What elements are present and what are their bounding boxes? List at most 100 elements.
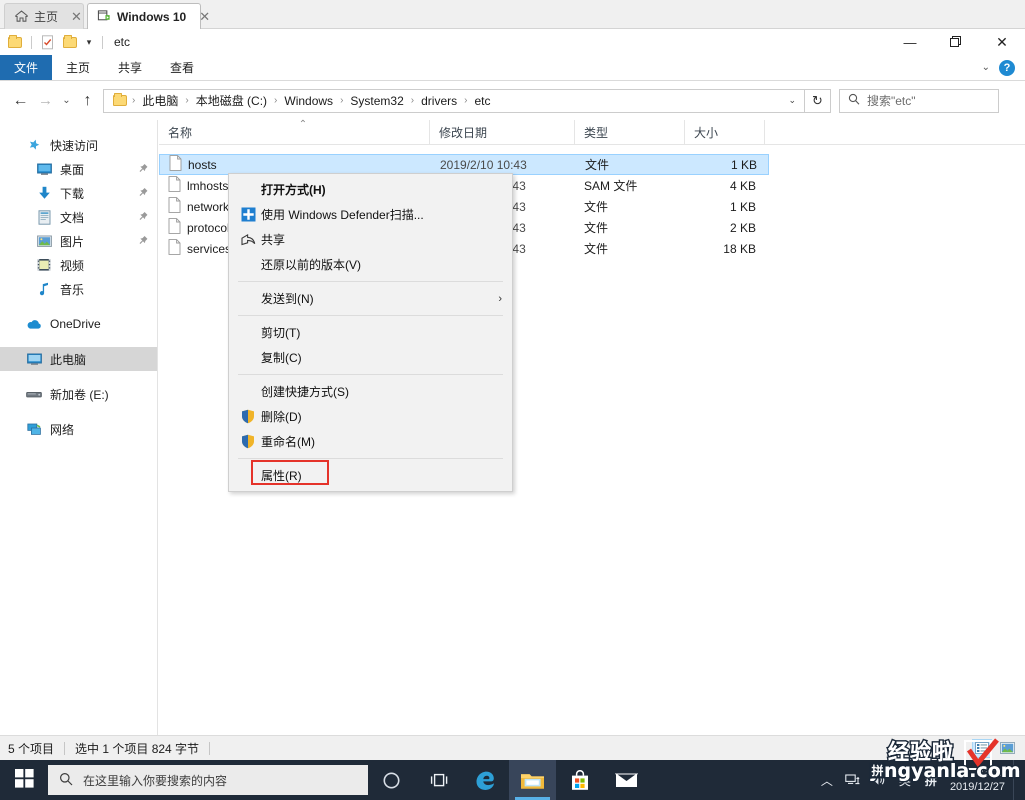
sidebar-item-new-volume-e[interactable]: 新加卷 (E:) (0, 382, 157, 406)
breadcrumb-item-this-pc[interactable]: 此电脑 (136, 92, 184, 109)
file-name-label: services (187, 242, 231, 256)
file-type-cell: SAM 文件 (575, 177, 685, 194)
clock[interactable]: 23:39 2019/12/27 (944, 760, 1013, 800)
tray-overflow-icon[interactable]: ︿ (814, 760, 840, 800)
recent-locations-icon[interactable]: ⌄ (58, 88, 75, 114)
context-menu-item-share[interactable]: 共享 (229, 227, 512, 252)
forward-button[interactable]: → (33, 88, 58, 114)
file-explorer-icon[interactable] (509, 760, 556, 800)
ime-language-icon[interactable]: 英 (892, 760, 918, 800)
breadcrumb-item-etc[interactable]: etc (468, 94, 496, 108)
qat-dropdown-icon[interactable]: ▾ (83, 37, 95, 48)
sidebar-item-network[interactable]: 网络 (0, 417, 157, 441)
help-icon[interactable]: ? (999, 60, 1015, 76)
breadcrumb-item-drivers[interactable]: drivers (415, 94, 463, 108)
share-icon (237, 233, 259, 246)
sidebar-item-quick-access[interactable]: 快速访问 (0, 133, 157, 157)
file-size-cell: 1 KB (685, 200, 765, 214)
pin-icon[interactable] (134, 161, 150, 177)
context-menu-item-restore-previous-versions[interactable]: 还原以前的版本(V) (229, 252, 512, 277)
cortana-icon[interactable] (368, 760, 415, 800)
sidebar-item-music[interactable]: 音乐 (0, 277, 157, 301)
sidebar-item-this-pc-label: 此电脑 (50, 351, 86, 368)
sidebar-item-documents[interactable]: 文档 (0, 205, 157, 229)
context-menu-item-open-with[interactable]: 打开方式(H) (229, 177, 512, 202)
ribbon-tab-view[interactable]: 查看 (156, 55, 208, 80)
context-menu-item-properties[interactable]: 属性(R) (229, 463, 512, 488)
ribbon-tab-file[interactable]: 文件 (0, 55, 52, 80)
context-menu-item-send-to[interactable]: 发送到(N) › (229, 286, 512, 311)
search-box[interactable]: 搜索"etc" (839, 89, 999, 113)
sidebar-item-videos-label: 视频 (60, 257, 84, 274)
tab-home-close-icon[interactable]: ✕ (69, 10, 84, 23)
refresh-button[interactable]: ↻ (805, 89, 831, 113)
tab-windows-10[interactable]: Windows 10 ✕ (87, 3, 201, 29)
close-button[interactable]: ✕ (979, 29, 1025, 55)
show-desktop-button[interactable] (1013, 760, 1019, 800)
desktop-icon (36, 161, 52, 177)
properties-icon[interactable] (39, 33, 57, 51)
sidebar-item-onedrive-label: OneDrive (50, 317, 101, 331)
sidebar-item-this-pc[interactable]: 此电脑 (0, 347, 157, 371)
ribbon-tab-home[interactable]: 主页 (52, 55, 104, 80)
taskbar-search-box[interactable]: 在这里输入你要搜索的内容 (48, 765, 368, 795)
context-menu-item-rename[interactable]: 重命名(M) (229, 429, 512, 454)
pin-icon[interactable] (134, 233, 150, 249)
tab-home[interactable]: 主页 ✕ (4, 3, 84, 29)
shield-icon (237, 409, 259, 424)
sidebar-item-pictures[interactable]: 图片 (0, 229, 157, 253)
ribbon-tab-share[interactable]: 共享 (104, 55, 156, 80)
sidebar-item-downloads[interactable]: 下载 (0, 181, 157, 205)
column-header-name[interactable]: 名称 ⌃ (159, 120, 430, 145)
column-header-type[interactable]: 类型 (575, 120, 685, 145)
this-pc-icon (26, 351, 42, 367)
context-menu-item-properties-label: 属性(R) (259, 467, 302, 484)
breadcrumb-bar[interactable]: › 此电脑 › 本地磁盘 (C:) › Windows › System32 ›… (103, 89, 805, 113)
chevron-down-icon[interactable]: ⌄ (982, 62, 990, 73)
sidebar-item-downloads-label: 下载 (60, 185, 84, 202)
edge-browser-icon[interactable] (462, 760, 509, 800)
mail-icon[interactable] (603, 760, 650, 800)
column-header-size[interactable]: 大小 (685, 120, 765, 145)
clock-time: 23:39 (977, 766, 1005, 780)
large-icons-view-icon[interactable] (997, 739, 1017, 758)
folder-icon[interactable] (6, 33, 24, 51)
context-menu-item-scan-with-defender[interactable]: 使用 Windows Defender扫描... (229, 202, 512, 227)
breadcrumb-item-system32[interactable]: System32 (344, 94, 409, 108)
sidebar-item-videos[interactable]: 视频 (0, 253, 157, 277)
volume-tray-icon[interactable] (866, 760, 892, 800)
context-menu-item-copy[interactable]: 复制(C) (229, 345, 512, 370)
details-view-icon[interactable] (972, 739, 992, 758)
context-menu-item-delete-label: 删除(D) (259, 408, 302, 425)
new-folder-icon[interactable] (61, 33, 79, 51)
column-header-date[interactable]: 修改日期 (430, 120, 575, 145)
task-view-icon[interactable] (415, 760, 462, 800)
system-tray: ︿ 英 拼 23:39 2019/12/27 (814, 760, 1025, 800)
sidebar-item-desktop[interactable]: 桌面 (0, 157, 157, 181)
search-input[interactable]: 搜索"etc" (867, 92, 916, 109)
context-menu-item-create-shortcut[interactable]: 创建快捷方式(S) (229, 379, 512, 404)
breadcrumb-item-windows[interactable]: Windows (278, 94, 339, 108)
microsoft-store-icon[interactable] (556, 760, 603, 800)
pin-icon[interactable] (134, 209, 150, 225)
network-tray-icon[interactable] (840, 760, 866, 800)
pin-icon[interactable] (134, 185, 150, 201)
breadcrumb-dropdown-icon[interactable]: ⌄ (784, 95, 800, 106)
restore-button[interactable] (933, 29, 979, 55)
ribbon-menu-bar: 文件 主页 共享 查看 ⌄ ? (0, 55, 1025, 81)
minimize-button[interactable]: — (887, 29, 933, 55)
context-menu-item-delete[interactable]: 删除(D) (229, 404, 512, 429)
file-icon (169, 155, 182, 174)
start-button[interactable] (0, 760, 48, 800)
ime-mode-icon[interactable]: 拼 (918, 760, 944, 800)
back-button[interactable]: ← (8, 88, 33, 114)
status-divider-2 (209, 742, 210, 755)
tab-windows-10-close-icon[interactable]: ✕ (197, 10, 212, 23)
breadcrumb-item-local-disk-c[interactable]: 本地磁盘 (C:) (190, 92, 273, 109)
context-menu-item-cut[interactable]: 剪切(T) (229, 320, 512, 345)
taskbar-search-input[interactable]: 在这里输入你要搜索的内容 (83, 772, 227, 789)
sidebar-item-onedrive[interactable]: OneDrive (0, 312, 157, 336)
up-button[interactable]: ↑ (75, 88, 100, 114)
sidebar-item-pictures-label: 图片 (60, 233, 84, 250)
table-row[interactable]: hosts 2019/2/10 10:43 文件 1 KB (159, 154, 769, 175)
